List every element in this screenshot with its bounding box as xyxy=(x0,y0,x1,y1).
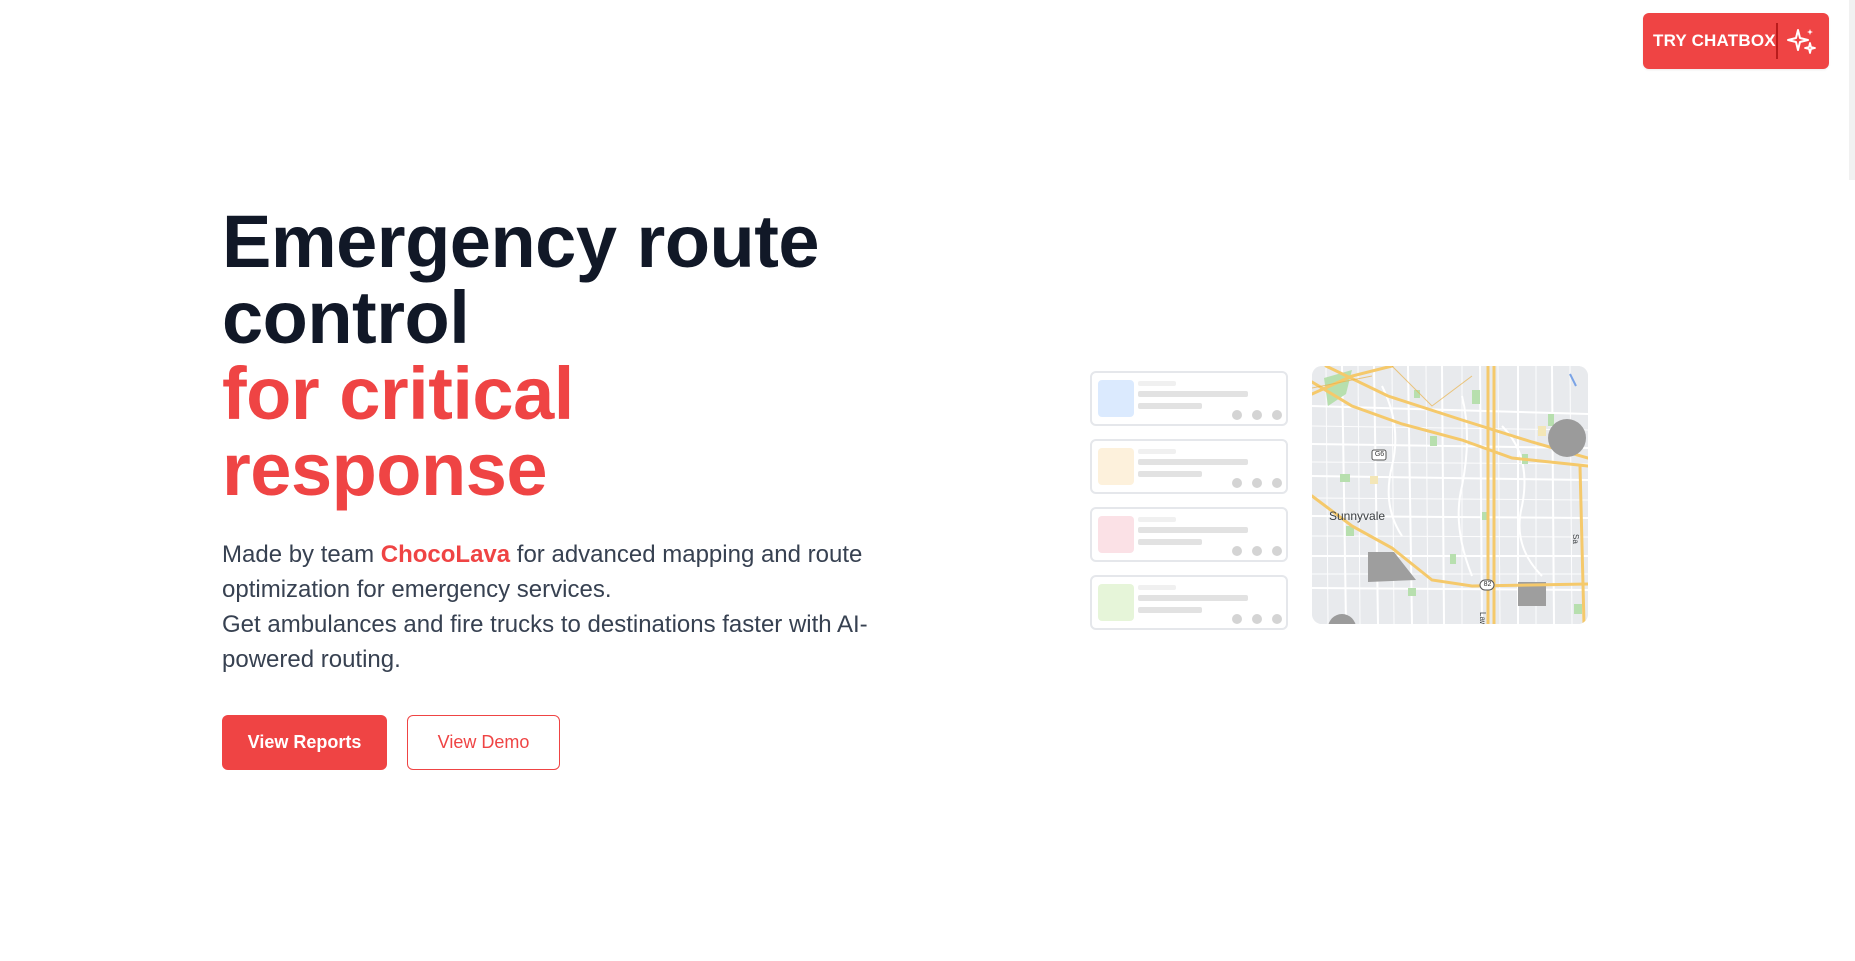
try-chatbox-label: TRY CHATBOX xyxy=(1653,31,1776,50)
skeleton-line xyxy=(1138,539,1202,545)
view-demo-button[interactable]: View Demo xyxy=(407,715,560,770)
hero-title-accent-line-2: response xyxy=(222,428,548,511)
skeleton-line xyxy=(1138,459,1248,465)
skeleton-dot xyxy=(1252,614,1262,624)
skeleton-line xyxy=(1138,595,1248,601)
card-swatch xyxy=(1098,516,1134,553)
skeleton-dot xyxy=(1272,614,1282,624)
skeleton-dot xyxy=(1232,614,1242,624)
desc-prefix: Made by team xyxy=(222,541,381,568)
skeleton-card xyxy=(1090,439,1288,494)
skeleton-dot xyxy=(1252,478,1262,488)
card-swatch xyxy=(1098,380,1134,417)
map-shield-g6: G6 xyxy=(1374,451,1385,458)
hero-title-line-2: control xyxy=(222,276,470,359)
skeleton-dot xyxy=(1252,546,1262,556)
map-city-label: Sunnyvale xyxy=(1329,509,1386,523)
map-graphic xyxy=(1312,366,1588,624)
skeleton-dot xyxy=(1232,546,1242,556)
skeleton-line xyxy=(1138,449,1176,454)
hero-title: Emergency route control for critical res… xyxy=(222,200,820,511)
hero-title-accent-line-1: for critical xyxy=(222,352,574,435)
skeleton-line xyxy=(1138,381,1176,386)
hero-description: Made by team ChocoLava for advanced mapp… xyxy=(222,537,882,677)
team-brand-name: ChocoLava xyxy=(380,541,511,568)
skeleton-line xyxy=(1138,527,1248,533)
skeleton-line xyxy=(1138,471,1202,477)
skeleton-dot xyxy=(1272,546,1282,556)
skeleton-dot xyxy=(1232,478,1242,488)
skeleton-line xyxy=(1138,391,1248,397)
skeleton-dot xyxy=(1272,478,1282,488)
skeleton-line xyxy=(1138,517,1176,522)
skeleton-card xyxy=(1090,371,1288,426)
view-reports-button[interactable]: View Reports xyxy=(222,715,387,770)
card-swatch xyxy=(1098,584,1134,621)
desc-line-2: Get ambulances and fire trucks to destin… xyxy=(222,611,868,673)
map-shield-82: 82 xyxy=(1483,581,1492,588)
skeleton-card xyxy=(1090,507,1288,562)
button-divider xyxy=(1776,23,1778,59)
skeleton-dot xyxy=(1252,410,1262,420)
skeleton-dot xyxy=(1272,410,1282,420)
try-chatbox-button[interactable]: TRY CHATBOX xyxy=(1643,13,1829,69)
skeleton-card xyxy=(1090,575,1288,630)
map-edge-label-sa: Sa xyxy=(1571,534,1580,544)
card-swatch xyxy=(1098,448,1134,485)
skeleton-line xyxy=(1138,403,1202,409)
skeleton-dot xyxy=(1232,410,1242,420)
scrollbar[interactable] xyxy=(1849,0,1855,180)
skeleton-line xyxy=(1138,585,1176,590)
map-preview: Sunnyvale G6 82 Law Sa xyxy=(1312,366,1588,624)
sparkles-icon xyxy=(1787,29,1816,54)
hero-title-line-1: Emergency route xyxy=(222,200,820,283)
skeleton-line xyxy=(1138,607,1202,613)
map-edge-label-law: Law xyxy=(1478,612,1487,624)
